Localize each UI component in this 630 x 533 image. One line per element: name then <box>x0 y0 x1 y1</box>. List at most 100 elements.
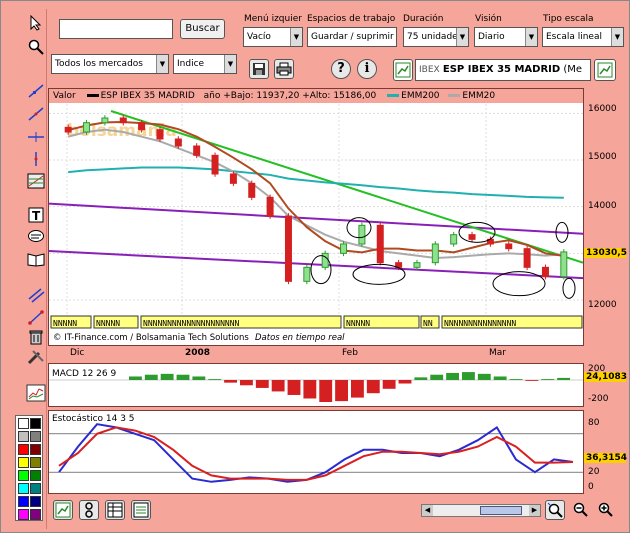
stochastic-chart-svg[interactable] <box>49 411 583 493</box>
chart-settings-icon[interactable] <box>53 500 73 520</box>
scroll-right-arrow-icon[interactable]: ▶ <box>529 505 540 516</box>
palette-swatch[interactable] <box>30 496 41 507</box>
save-icon[interactable] <box>249 59 269 79</box>
palette-swatch[interactable] <box>30 418 41 429</box>
zoom-in-icon[interactable] <box>595 500 615 520</box>
candle-body <box>193 145 201 156</box>
macd-bar <box>493 376 507 380</box>
chart-export-icon[interactable] <box>594 59 616 81</box>
news-tag-text: NNNNNNNNNNNNNNN <box>444 319 516 328</box>
ema200-legend: EMM200 <box>401 91 440 101</box>
channel-tool-icon[interactable] <box>23 285 49 305</box>
date-tick: Mar <box>489 348 506 358</box>
trendline-tool-icon[interactable] <box>23 81 49 101</box>
trash-icon[interactable] <box>23 327 49 347</box>
comment-tool-icon[interactable] <box>23 227 49 247</box>
palette-swatch[interactable] <box>30 457 41 468</box>
view-select[interactable]: Diario ▼ <box>474 27 538 47</box>
valor-label: Valor <box>53 91 76 101</box>
list-icon[interactable] <box>131 500 151 520</box>
palette-swatch[interactable] <box>30 470 41 481</box>
annotation-ellipse <box>562 277 576 299</box>
zoom-fit-icon[interactable] <box>545 500 565 520</box>
scale-select[interactable]: Escala lineal ▼ <box>542 27 624 47</box>
macd-axis: 200 24,1083 -200 <box>584 363 627 407</box>
macd-bar <box>271 380 285 392</box>
candle-body <box>413 262 421 268</box>
palette-swatch[interactable] <box>18 418 29 429</box>
text-tool-icon[interactable]: T <box>23 205 49 225</box>
pointer-tool-icon[interactable] <box>23 13 49 33</box>
left-menu-label: Menú izquier <box>244 14 302 24</box>
credits-source: © IT-Finance.com / Bolsamania Tech Solut… <box>53 333 249 343</box>
macd-bar <box>351 380 364 398</box>
macd-bar <box>240 380 253 386</box>
horizontal-scrollbar[interactable]: ◀ ▶ <box>421 504 541 517</box>
palette-swatch[interactable] <box>18 444 29 455</box>
info-icon[interactable]: i <box>357 59 377 79</box>
annotation-ellipse <box>310 255 332 285</box>
palette-swatch[interactable] <box>30 431 41 442</box>
date-tick: Feb <box>342 348 358 358</box>
macd-bar <box>430 374 444 380</box>
macd-bar <box>129 376 142 380</box>
print-icon[interactable] <box>274 59 294 79</box>
macd-panel: MACD 12 26 9 <box>48 363 584 407</box>
zoom-tool-icon[interactable] <box>23 37 49 57</box>
palette-swatch[interactable] <box>18 496 29 507</box>
chart-open-icon[interactable] <box>393 59 413 81</box>
vertical-line-tool-icon[interactable] <box>23 149 49 169</box>
candle-body <box>284 215 292 282</box>
news-bar: NNNNN <box>50 315 92 329</box>
palette-swatch[interactable] <box>30 483 41 494</box>
ticker-display[interactable]: IBEX ESP IBEX 35 MADRID (Me <box>415 59 591 81</box>
palette-swatch[interactable] <box>18 457 29 468</box>
candle-body <box>541 266 549 278</box>
index-filter-select[interactable]: Indice ▼ <box>173 54 237 74</box>
search-input[interactable] <box>59 19 173 39</box>
table-icon[interactable] <box>105 500 125 520</box>
help-icon[interactable]: ? <box>331 59 351 79</box>
workspace-label: Espacios de trabajo <box>307 14 396 24</box>
macd-bar <box>303 380 317 399</box>
zoom-out-icon[interactable] <box>570 500 590 520</box>
palette-swatch[interactable] <box>30 444 41 455</box>
market-filter-select[interactable]: Todos los mercados ▼ <box>51 54 169 74</box>
scroll-thumb[interactable] <box>480 506 522 515</box>
palette-swatch[interactable] <box>18 431 29 442</box>
palette-swatch[interactable] <box>18 483 29 494</box>
candle-body <box>523 248 531 268</box>
macd-bar <box>557 377 570 380</box>
ema20-legend: EMM20 <box>462 91 496 101</box>
price-tick: 12000 <box>588 300 617 310</box>
range-legend: año +Bajo: 11937,20 +Alto: 15186,00 <box>203 91 377 101</box>
palette-swatch[interactable] <box>18 509 29 520</box>
parallel-line-tool-icon[interactable] <box>23 104 49 124</box>
arrow-tool-icon[interactable] <box>23 307 49 327</box>
palette-swatch[interactable] <box>30 509 41 520</box>
link-icon[interactable] <box>79 500 99 520</box>
horizontal-line-tool-icon[interactable] <box>23 127 49 147</box>
macd-bar <box>208 379 222 380</box>
macd-chart-svg[interactable] <box>49 364 583 406</box>
left-menu-select[interactable]: Vacío ▼ <box>243 27 303 47</box>
scroll-left-arrow-icon[interactable]: ◀ <box>422 505 433 516</box>
duration-select[interactable]: 75 unidades ▼ <box>403 27 469 47</box>
price-chart-svg[interactable]: bolsamaniaNNNNN NNNNN NNNNNNNNNNNNNNNNNNNN… <box>49 104 583 345</box>
ema20-line <box>67 128 564 260</box>
candle-body <box>340 243 348 254</box>
indicator-chart-icon[interactable] <box>23 383 49 403</box>
tools-icon[interactable] <box>23 347 49 367</box>
workspace-select[interactable]: Guardar / suprimir <box>307 27 397 47</box>
search-bar-area: Buscar Todos los mercados ▼ Indice ▼ <box>47 9 239 79</box>
fibonacci-tool-icon[interactable] <box>23 171 49 191</box>
view-value: Diario <box>478 32 505 42</box>
candle-body <box>266 196 274 217</box>
book-tool-icon[interactable] <box>23 249 49 269</box>
candle-body <box>83 122 91 133</box>
search-button[interactable]: Buscar <box>180 19 225 39</box>
news-tag-text: NNNNNNNNNNNNNNNNNNNN <box>143 319 240 328</box>
macd-bar <box>509 379 523 380</box>
palette-swatch[interactable] <box>18 470 29 481</box>
view-label: Visión <box>475 14 502 24</box>
